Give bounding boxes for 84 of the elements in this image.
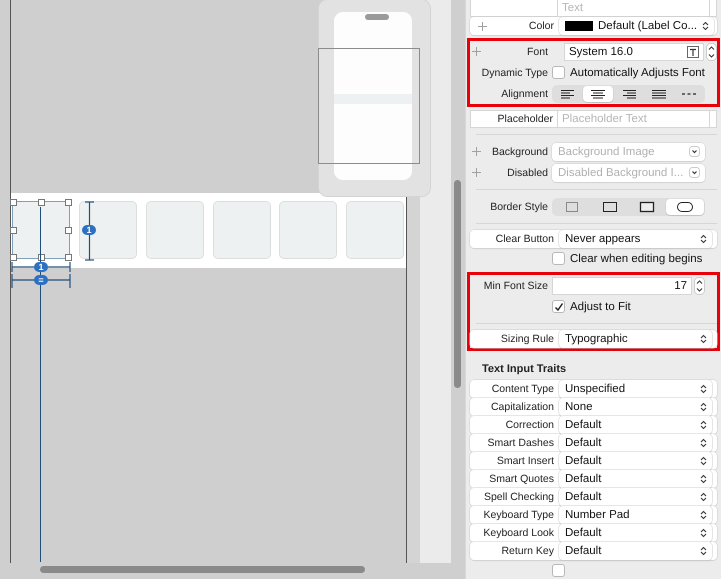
updown-arrows-icon <box>700 402 707 412</box>
checkbox[interactable] <box>552 564 565 577</box>
popup-button[interactable]: Unspecified <box>559 380 712 398</box>
field-label: Keyboard Look <box>483 527 554 539</box>
updown-arrows-icon <box>700 456 707 466</box>
width-constraint <box>11 262 71 272</box>
updown-arrows-icon <box>700 234 707 244</box>
align-center-icon <box>590 88 606 100</box>
checkbox-label: Clear when editing begins <box>570 252 702 264</box>
popup-button[interactable]: Number Pad <box>559 506 712 524</box>
updown-arrows-icon <box>700 438 707 448</box>
popup-button[interactable]: Never appears <box>559 230 712 248</box>
field-label: Spell Checking <box>484 491 554 503</box>
updown-arrows-icon <box>702 21 710 31</box>
align-justify-icon <box>650 88 667 100</box>
field-label: Clear Button <box>496 233 554 245</box>
updown-arrows-icon <box>700 510 707 520</box>
popup-button[interactable]: Default <box>559 470 712 488</box>
field-label: Keyboard Type <box>484 509 554 521</box>
align-left-icon <box>560 88 576 100</box>
field-label: Dynamic Type <box>482 66 548 78</box>
field-label: Correction <box>506 419 554 431</box>
field-label: Sizing Rule <box>500 333 554 345</box>
font-picker-icon[interactable] <box>687 46 699 58</box>
plus-icon[interactable] <box>478 22 487 30</box>
align-right-icon <box>620 88 636 100</box>
field-label: Smart Insert <box>496 455 554 467</box>
chevron-down-icon[interactable] <box>689 146 700 157</box>
checkbox[interactable] <box>552 300 565 313</box>
updown-arrows-icon <box>700 528 707 538</box>
scrollbar[interactable] <box>40 566 365 573</box>
updown-arrows-icon <box>700 384 707 394</box>
field-label: Color <box>528 20 554 32</box>
text-field[interactable]: Text <box>557 0 710 17</box>
stepper-icon[interactable] <box>706 42 717 60</box>
segment-button[interactable] <box>666 198 704 214</box>
height-constraint <box>85 201 94 261</box>
stepper-icon[interactable] <box>694 276 705 294</box>
field-label: Return Key <box>501 545 554 557</box>
constraint-badge[interactable]: = <box>34 275 48 285</box>
field-label: Background <box>492 146 548 158</box>
collection-cell[interactable] <box>12 201 70 259</box>
checkbox-label: Automatically Adjusts Font <box>570 66 705 78</box>
popup-button[interactable]: Typographic <box>559 330 712 348</box>
checkbox-label: Adjust to Fit <box>570 300 631 312</box>
field-label: Placeholder <box>498 113 553 125</box>
updown-arrows-icon <box>700 492 707 502</box>
popup-button[interactable]: Default <box>559 434 712 452</box>
field-label: Font <box>526 46 548 58</box>
updown-arrows-icon <box>700 474 707 484</box>
field-label: Disabled <box>507 166 548 178</box>
popup-button[interactable]: None <box>559 398 712 416</box>
section-heading: Text Input Traits <box>481 362 568 377</box>
number-field[interactable]: 17 <box>552 276 692 294</box>
scrollbar[interactable] <box>454 180 461 388</box>
popup-button[interactable]: Default <box>559 488 712 506</box>
checkbox[interactable] <box>552 252 565 265</box>
field-label: Capitalization <box>490 401 554 413</box>
popup-button[interactable]: Default <box>559 452 712 470</box>
rounded-border-icon <box>677 200 694 212</box>
field-label: Smart Dashes <box>487 437 554 449</box>
line-border-icon <box>602 200 618 212</box>
updown-arrows-icon <box>700 334 707 344</box>
field-label: Border Style <box>490 200 548 212</box>
bezel-border-icon <box>639 200 656 212</box>
preview-thumbnail-drawing[interactable] <box>318 0 431 198</box>
checkbox[interactable] <box>552 66 565 79</box>
segment-button[interactable] <box>583 86 614 102</box>
popup-button[interactable]: Default <box>559 416 712 434</box>
popup-button[interactable]: Default <box>559 542 712 560</box>
field-label: Smart Quotes <box>489 473 554 485</box>
field-label: Alignment <box>501 88 548 100</box>
text-field[interactable]: Placeholder Text <box>557 110 710 128</box>
field-label: Min Font Size <box>484 280 548 292</box>
field-label: Content Type <box>492 383 554 395</box>
updown-arrows-icon <box>700 420 707 430</box>
font-field[interactable]: System 16.0 <box>564 42 704 60</box>
updown-arrows-icon <box>700 546 707 556</box>
popup-button[interactable]: Default <box>559 524 712 542</box>
equal-width-constraint <box>11 274 71 288</box>
chevron-down-icon[interactable] <box>689 167 700 178</box>
popup-button[interactable]: Default (Label Co... <box>559 17 714 35</box>
dotted-border-icon <box>564 200 580 212</box>
constraint-badge[interactable]: 1 <box>34 262 48 272</box>
